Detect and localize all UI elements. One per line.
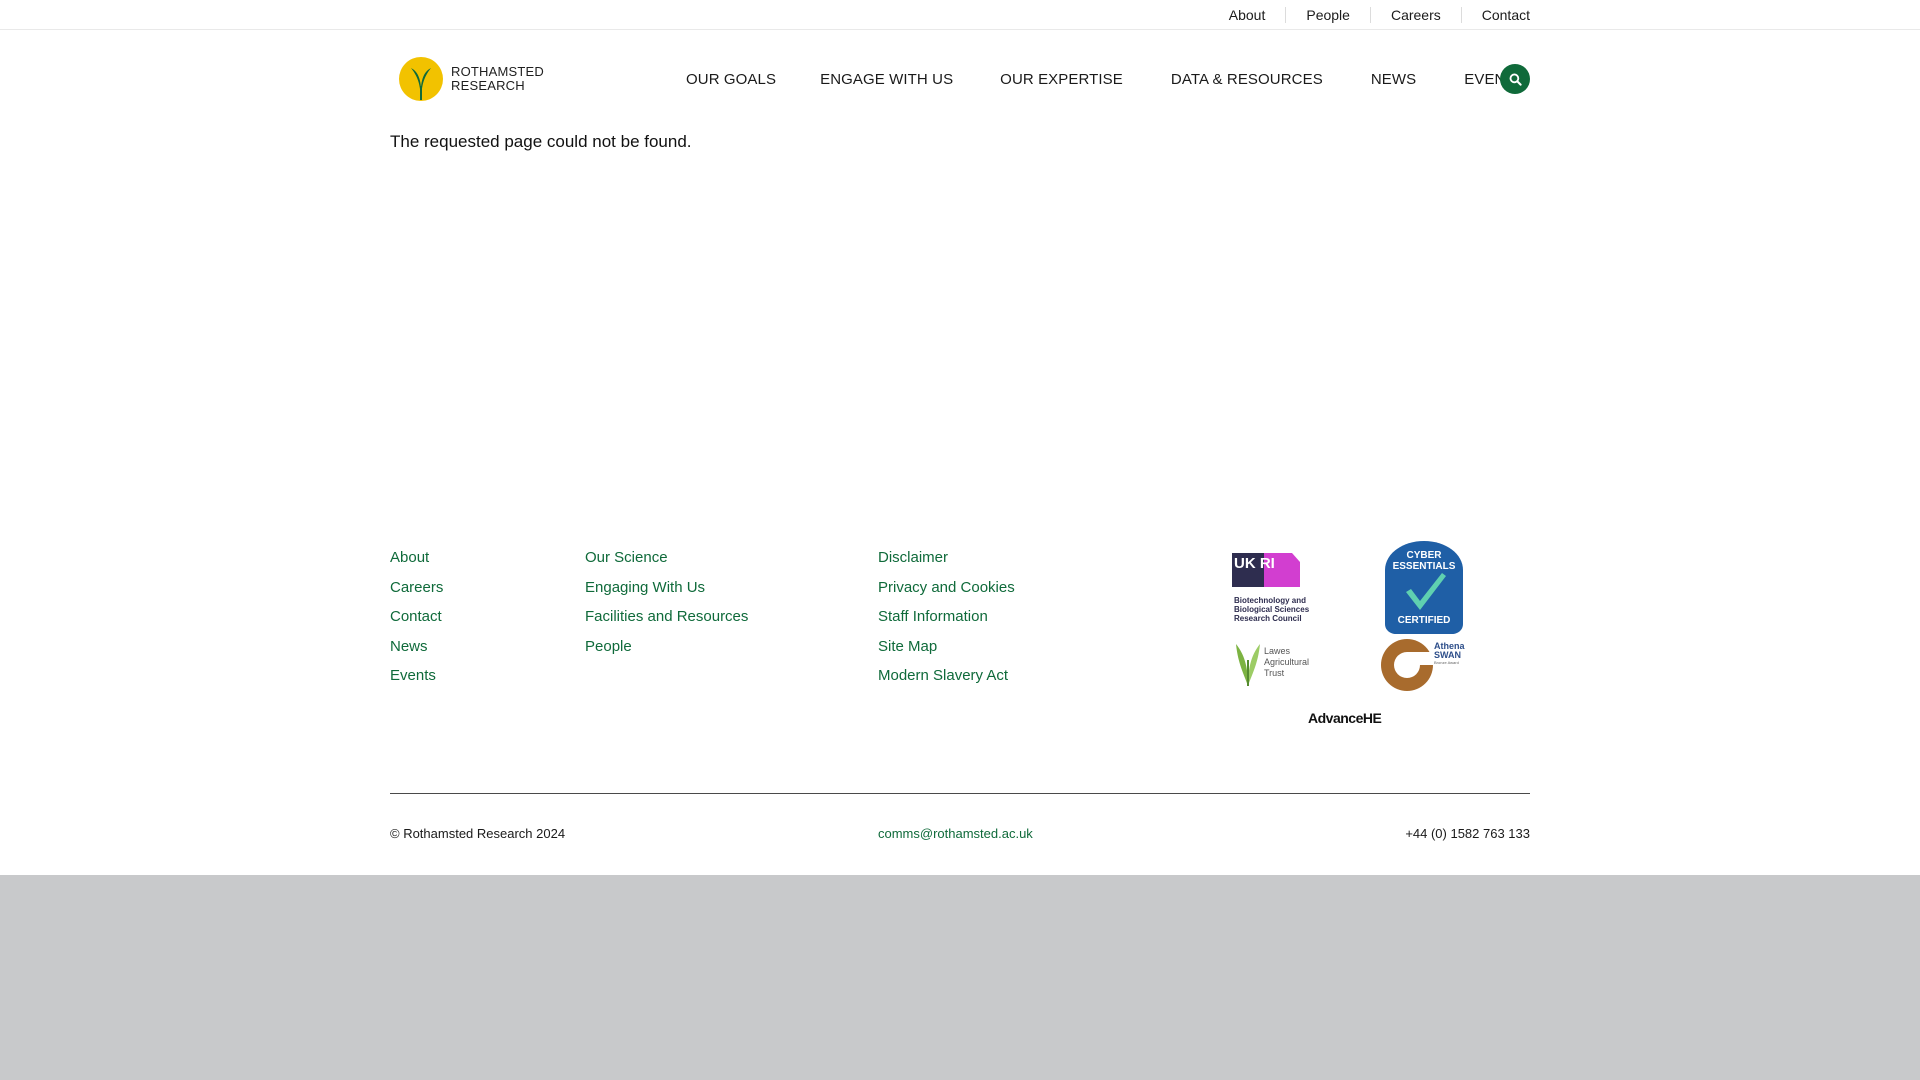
footer-link-contact[interactable]: Contact (390, 602, 443, 632)
nav-our-goals[interactable]: OUR GOALS (686, 71, 776, 88)
ukri-bbsrc-logo[interactable]: UK RI Biotechnology and Biological Scien… (1230, 550, 1325, 626)
utility-link-careers[interactable]: Careers (1369, 6, 1461, 23)
site-logo[interactable]: ROTHAMSTED RESEARCH (398, 54, 548, 104)
lawes-line-3: Trust (1264, 668, 1285, 678)
logo-line-1: ROTHAMSTED (451, 64, 544, 79)
advance-he-logo[interactable]: AdvanceHE (1308, 710, 1398, 728)
utility-bar: About People Careers Contact (0, 0, 1920, 30)
lawes-agricultural-trust-logo[interactable]: Lawes Agricultural Trust (1234, 640, 1324, 690)
footer-link-modern-slavery-act[interactable]: Modern Slavery Act (878, 661, 1015, 691)
cyber-title-line-1: CYBER (1406, 550, 1442, 561)
footer-column-3: Disclaimer Privacy and Cookies Staff Inf… (878, 543, 1015, 691)
bbsrc-text: Biotechnology and Biological Sciences Re… (1234, 596, 1309, 623)
rothamsted-leaf-icon (399, 57, 443, 101)
utility-link-about[interactable]: About (1209, 7, 1286, 23)
footer-column-2: Our Science Engaging With Us Facilities … (585, 543, 748, 661)
utility-nav: About People Careers Contact (1209, 0, 1530, 29)
bbsrc-line-2: Biological Sciences (1234, 605, 1310, 614)
utility-link-people[interactable]: People (1285, 6, 1370, 23)
cyber-title-line-2: ESSENTIALS (1392, 561, 1456, 572)
athena-swan-text: Athena SWAN Bronze Award (1434, 642, 1465, 666)
footer-link-people[interactable]: People (585, 632, 748, 662)
footer-link-privacy-cookies[interactable]: Privacy and Cookies (878, 573, 1015, 603)
footer-link-engaging-with-us[interactable]: Engaging With Us (585, 573, 748, 603)
lawes-line-1: Lawes (1264, 646, 1291, 656)
athena-line-2: SWAN (1434, 650, 1461, 660)
nav-data-resources[interactable]: DATA & RESOURCES (1171, 71, 1323, 88)
logo-wordmark: ROTHAMSTED RESEARCH (451, 65, 544, 93)
footer-link-careers[interactable]: Careers (390, 573, 443, 603)
footer-link-facilities-resources[interactable]: Facilities and Resources (585, 602, 748, 632)
footer-link-events[interactable]: Events (390, 661, 443, 691)
footer-link-staff-information[interactable]: Staff Information (878, 602, 1015, 632)
wheat-icon (1236, 644, 1260, 686)
cyber-certified-label: CERTIFIED (1397, 615, 1451, 626)
bbsrc-line-1: Biotechnology and (1234, 596, 1306, 605)
nav-engage-with-us[interactable]: ENGAGE WITH US (820, 71, 953, 88)
footer-link-our-science[interactable]: Our Science (585, 543, 748, 573)
page: About People Careers Contact ROTHAMSTED … (0, 0, 1920, 875)
athena-award-line: Bronze Award (1434, 660, 1459, 665)
utility-link-contact[interactable]: Contact (1460, 6, 1530, 23)
footer-divider (390, 793, 1530, 794)
ukri-mark-text-1: UK RI (1234, 555, 1275, 572)
nav-news[interactable]: NEWS (1371, 71, 1416, 88)
footer-link-site-map[interactable]: Site Map (878, 632, 1015, 662)
lawes-text: Lawes Agricultural Trust (1264, 646, 1309, 679)
not-found-message: The requested page could not be found. (390, 132, 692, 151)
site-header: ROTHAMSTED RESEARCH OUR GOALS ENGAGE WIT… (0, 30, 1920, 126)
search-button[interactable] (1500, 64, 1530, 94)
footer-link-about[interactable]: About (390, 543, 443, 573)
footer-link-news[interactable]: News (390, 632, 443, 662)
contact-email-link[interactable]: comms@rothamsted.ac.uk (878, 826, 1033, 841)
copyright-text: © Rothamsted Research 2024 (390, 826, 566, 841)
nav-our-expertise[interactable]: OUR EXPERTISE (1000, 71, 1123, 88)
logo-line-2: RESEARCH (451, 78, 525, 93)
cyber-essentials-title: CYBER ESSENTIALS (1384, 550, 1464, 572)
main-nav: OUR GOALS ENGAGE WITH US OUR EXPERTISE D… (686, 67, 1525, 91)
search-icon (1509, 73, 1522, 86)
bbsrc-line-3: Research Council (1234, 614, 1302, 623)
footer-column-1: About Careers Contact News Events (390, 543, 443, 691)
athena-swan-ring-icon (1381, 639, 1433, 691)
contact-phone: +44 (0) 1582 763 133 (1405, 826, 1530, 841)
cyber-essentials-logo[interactable]: CYBER ESSENTIALS CERTIFIED (1384, 540, 1464, 635)
lawes-line-2: Agricultural (1264, 657, 1310, 667)
footer-link-disclaimer[interactable]: Disclaimer (878, 543, 1015, 573)
athena-swan-logo[interactable]: Athena SWAN Bronze Award (1380, 638, 1470, 693)
